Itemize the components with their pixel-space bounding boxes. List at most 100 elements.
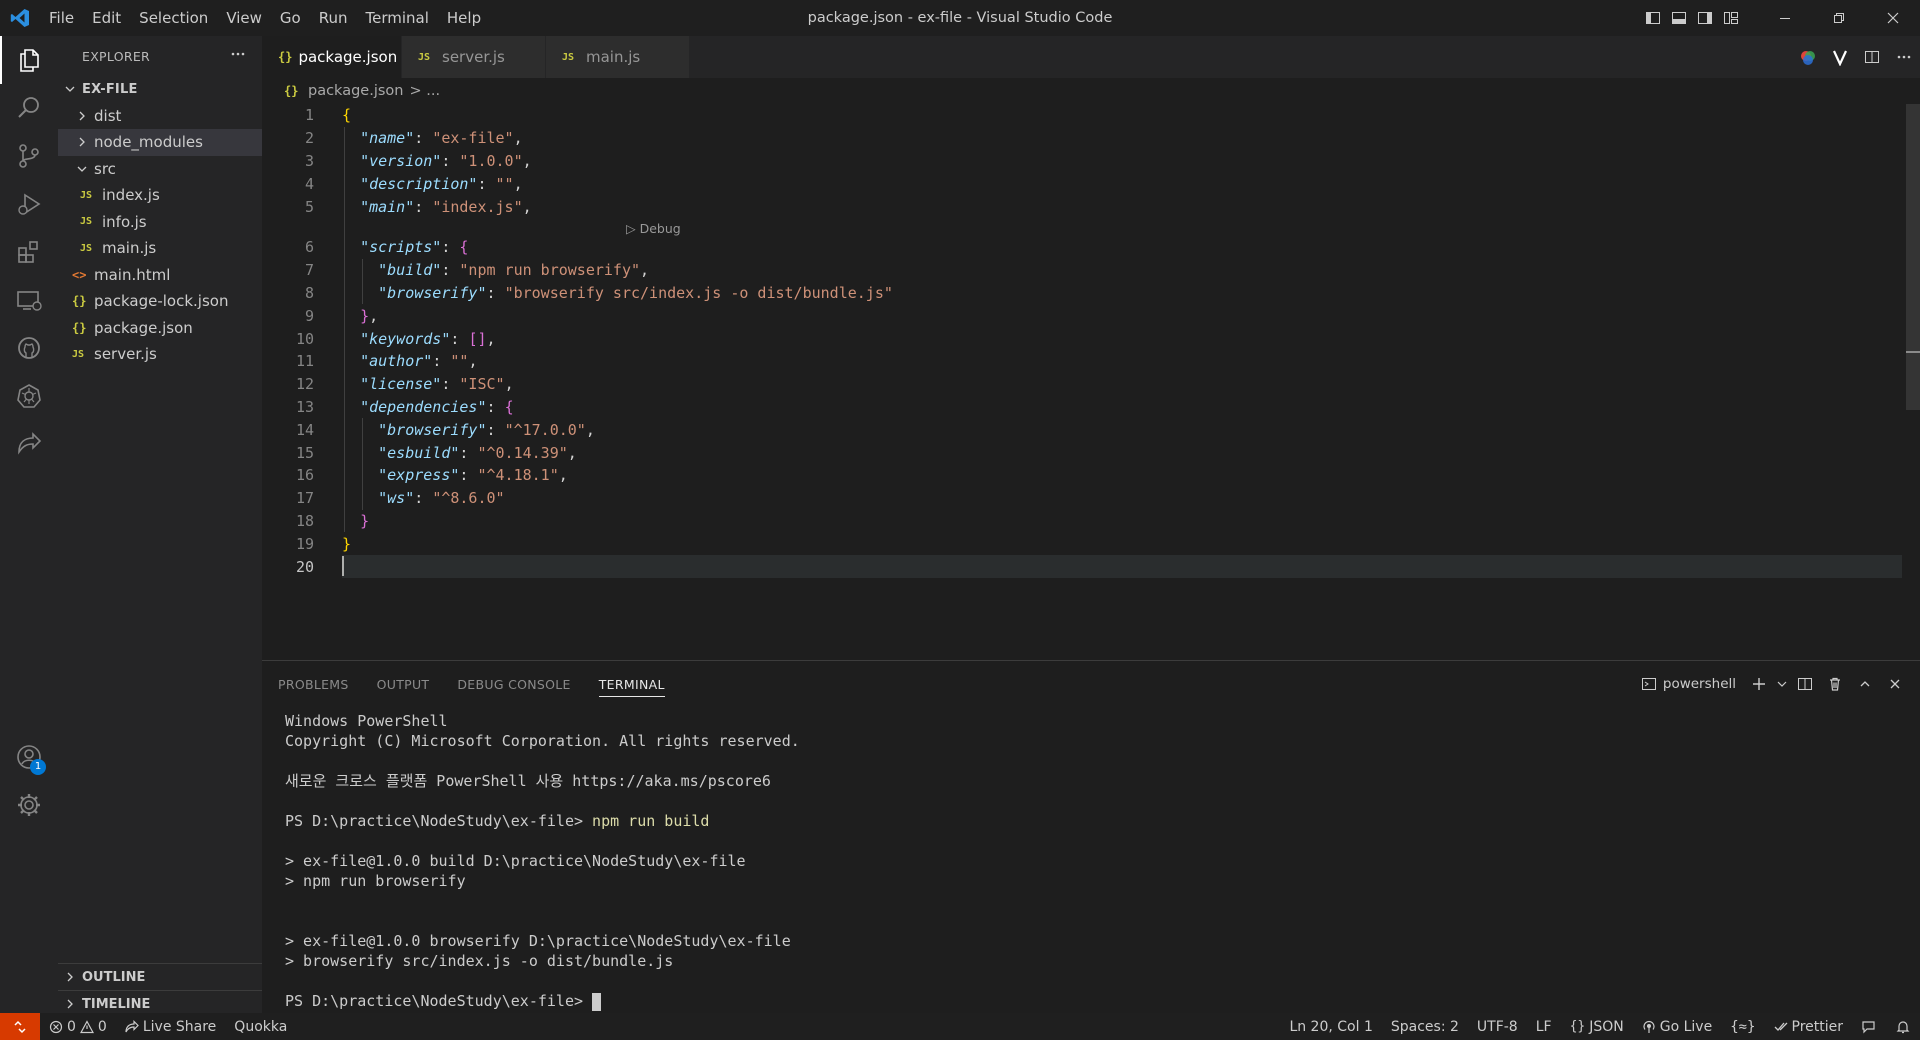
workspace-root-folder[interactable]: EX-FILE bbox=[58, 76, 262, 103]
color-picker-icon[interactable] bbox=[1792, 36, 1824, 78]
feedback-status[interactable] bbox=[1852, 1013, 1886, 1040]
tabnine-status[interactable]: {≈} bbox=[1721, 1013, 1764, 1040]
tab-package-json[interactable]: {} package.json bbox=[262, 36, 423, 78]
extensions-icon[interactable] bbox=[0, 228, 58, 276]
file-main-html[interactable]: <> main.html bbox=[58, 262, 262, 289]
code-line: 15 "esbuild": "^0.14.39", bbox=[262, 441, 1902, 464]
menu-terminal[interactable]: Terminal bbox=[357, 0, 438, 36]
menu-help[interactable]: Help bbox=[438, 0, 490, 36]
chevron-down-icon bbox=[74, 161, 90, 177]
check-all-icon bbox=[1774, 1022, 1787, 1031]
terminal-selector[interactable]: powershell bbox=[1641, 676, 1736, 692]
code-text: "browserify": "^17.0.0", bbox=[342, 421, 595, 439]
code-token: "main" bbox=[360, 197, 415, 216]
go-live-status[interactable]: Go Live bbox=[1633, 1013, 1721, 1040]
live-share-status[interactable]: Live Share bbox=[116, 1013, 225, 1040]
source-control-icon[interactable] bbox=[0, 132, 58, 180]
new-terminal-icon[interactable] bbox=[1744, 661, 1774, 707]
toggle-secondary-sidebar-icon[interactable] bbox=[1692, 0, 1718, 36]
code-token: : bbox=[441, 151, 460, 170]
line-number: 2 bbox=[304, 129, 314, 148]
restore-button[interactable] bbox=[1812, 0, 1866, 36]
folder-src[interactable]: src bbox=[58, 156, 262, 183]
code-editor[interactable]: 1{2 "name": "ex-file", 3 "version": "1.0.… bbox=[262, 104, 1902, 660]
kill-terminal-icon[interactable] bbox=[1820, 661, 1850, 707]
menu-view[interactable]: View bbox=[217, 0, 271, 36]
file-info-js[interactable]: JS info.js bbox=[58, 209, 262, 236]
remote-indicator-icon[interactable] bbox=[0, 1013, 40, 1040]
panel-tab-problems[interactable]: PROBLEMS bbox=[278, 661, 349, 707]
panel-tab-terminal[interactable]: TERMINAL bbox=[598, 661, 665, 707]
file-package-json[interactable]: {} package.json bbox=[58, 315, 262, 342]
file-package-lock-json[interactable]: {} package-lock.json bbox=[58, 288, 262, 315]
remote-explorer-icon[interactable] bbox=[0, 276, 58, 324]
maximize-panel-icon[interactable] bbox=[1850, 661, 1880, 707]
editor-scrollbar[interactable] bbox=[1906, 104, 1920, 410]
code-line: 13 "dependencies": { bbox=[262, 396, 1902, 419]
line-number: 15 bbox=[295, 443, 314, 462]
settings-gear-icon[interactable] bbox=[0, 781, 58, 829]
run-debug-icon[interactable] bbox=[0, 180, 58, 228]
menu-selection[interactable]: Selection bbox=[130, 0, 217, 36]
debug-codelens[interactable]: ▷ Debug bbox=[626, 221, 681, 236]
breadcrumb-file[interactable]: package.json bbox=[308, 83, 403, 99]
file-main-js[interactable]: JS main.js bbox=[58, 235, 262, 262]
language-mode-status[interactable]: {} JSON bbox=[1561, 1013, 1633, 1040]
problems-status[interactable]: 0 0 bbox=[40, 1013, 116, 1040]
menu-go[interactable]: Go bbox=[271, 0, 310, 36]
customize-layout-icon[interactable] bbox=[1718, 0, 1744, 36]
panel-tab-output[interactable]: OUTPUT bbox=[377, 661, 430, 707]
folder-dist[interactable]: dist bbox=[58, 103, 262, 130]
accounts-icon[interactable]: 1 bbox=[0, 733, 58, 781]
terminal-output[interactable]: Windows PowerShell Copyright (C) Microsof… bbox=[285, 711, 800, 1011]
code-token: , bbox=[585, 420, 595, 439]
split-terminal-icon[interactable] bbox=[1790, 661, 1820, 707]
tab-server-js[interactable]: JS server.js bbox=[402, 36, 546, 78]
search-icon[interactable] bbox=[0, 84, 58, 132]
toggle-panel-icon[interactable] bbox=[1666, 0, 1692, 36]
breadcrumb-rest[interactable]: > ... bbox=[409, 83, 440, 99]
folder-node_modules[interactable]: node_modules bbox=[58, 129, 262, 156]
more-actions-icon[interactable] bbox=[230, 46, 246, 65]
eol-status[interactable]: LF bbox=[1527, 1013, 1561, 1040]
chevron-down-icon[interactable] bbox=[1774, 661, 1790, 707]
indentation-status[interactable]: Spaces: 2 bbox=[1382, 1013, 1468, 1040]
split-editor-icon[interactable] bbox=[1856, 36, 1888, 78]
code-token: , bbox=[567, 443, 577, 462]
explorer-header: EXPLORER bbox=[58, 36, 262, 76]
outline-section[interactable]: OUTLINE bbox=[58, 963, 262, 990]
terminal-text: > ex-file@1.0.0 build D:\practice\NodeSt… bbox=[285, 852, 746, 870]
file-server-js[interactable]: JS server.js bbox=[58, 341, 262, 368]
menu-edit[interactable]: Edit bbox=[83, 0, 130, 36]
tab-list: {} package.json JS server.js JS main.js bbox=[262, 36, 690, 78]
code-token: "browserify" bbox=[378, 283, 487, 302]
menu-run[interactable]: Run bbox=[310, 0, 357, 36]
close-panel-icon[interactable] bbox=[1880, 661, 1910, 707]
notifications-status[interactable] bbox=[1886, 1013, 1920, 1040]
encoding-status[interactable]: UTF-8 bbox=[1468, 1013, 1527, 1040]
code-line: 14 "browserify": "^17.0.0", bbox=[262, 418, 1902, 441]
explorer-icon[interactable] bbox=[0, 36, 58, 84]
code-token: : bbox=[459, 443, 478, 462]
code-token: : bbox=[432, 352, 451, 371]
code-text: "name": "ex-file", bbox=[342, 129, 523, 147]
code-text: "main": "index.js", bbox=[342, 198, 532, 216]
kubernetes-icon[interactable] bbox=[0, 372, 58, 420]
live-share-icon[interactable] bbox=[0, 420, 58, 468]
panel-tab-debug-console[interactable]: DEBUG CONSOLE bbox=[457, 661, 570, 707]
toggle-primary-sidebar-icon[interactable] bbox=[1640, 0, 1666, 36]
more-actions-icon[interactable] bbox=[1888, 36, 1920, 78]
code-line: 17 "ws": "^8.6.0" bbox=[262, 487, 1902, 510]
github-icon[interactable] bbox=[0, 324, 58, 372]
close-window-button[interactable] bbox=[1866, 0, 1920, 36]
prettier-status[interactable]: Prettier bbox=[1765, 1013, 1853, 1040]
cursor-position-status[interactable]: Ln 20, Col 1 bbox=[1280, 1013, 1381, 1040]
minimize-button[interactable] bbox=[1758, 0, 1812, 36]
tab-main-js[interactable]: JS main.js bbox=[546, 36, 690, 78]
quokka-status[interactable]: Quokka bbox=[225, 1013, 296, 1040]
file-index-js[interactable]: JS index.js bbox=[58, 182, 262, 209]
vim-v-icon[interactable] bbox=[1824, 36, 1856, 78]
menu-file[interactable]: File bbox=[40, 0, 83, 36]
